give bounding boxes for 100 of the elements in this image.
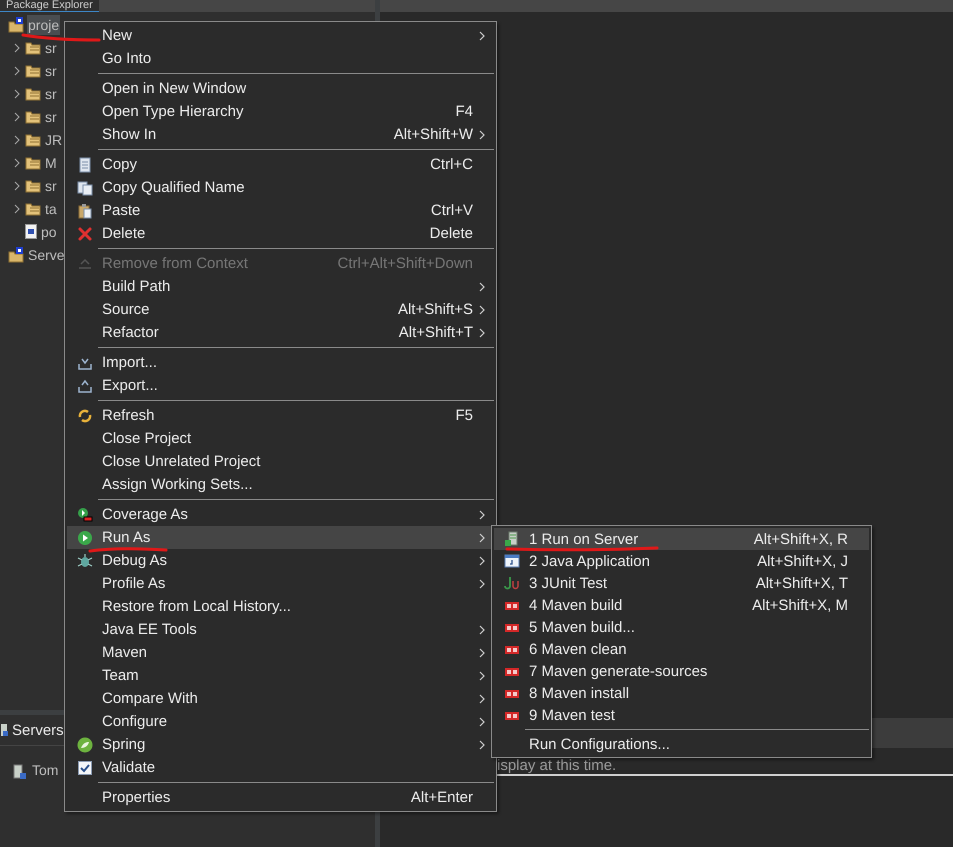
checkbox-icon (76, 760, 92, 776)
menu-item[interactable]: 2 Java Application Alt+Shift+X, J (494, 550, 869, 572)
menu-item[interactable]: Team (67, 664, 494, 687)
menu-item-label: Build Path (102, 278, 172, 295)
menu-item-label: Debug As (102, 552, 168, 569)
menu-item[interactable]: 6 Maven clean (494, 638, 869, 660)
menu-item[interactable]: 7 Maven generate-sources (494, 660, 869, 682)
leaf-icon (76, 736, 92, 752)
menu-item[interactable]: Build Path (67, 275, 494, 298)
menu-item[interactable]: 4 Maven build Alt+Shift+X, M (494, 594, 869, 616)
tree-item[interactable]: JR (44, 130, 64, 150)
menu-item-label: Compare With (102, 690, 199, 707)
menu-item-label: Maven (102, 644, 148, 661)
shortcut-label: Delete (430, 225, 473, 242)
server-icon (504, 531, 520, 547)
menu-item[interactable]: Debug As (67, 549, 494, 572)
menu-item[interactable]: Refresh F5 (67, 404, 494, 427)
menu-item-label: Assign Working Sets... (102, 476, 254, 493)
menu-item-label: Close Project (102, 430, 192, 447)
shortcut-label: Alt+Shift+X, T (756, 574, 848, 592)
menu-item-label: Open in New Window (102, 80, 248, 97)
menu-item-label: Java EE Tools (102, 621, 198, 638)
menu-item-label: Open Type Hierarchy (102, 103, 244, 120)
shortcut-label: Alt+Shift+S (398, 301, 473, 318)
menu-item-label: 1 Run on Server (529, 530, 640, 548)
menu-item-label: Coverage As (102, 506, 189, 523)
menu-item[interactable]: Refactor Alt+Shift+T (67, 321, 494, 344)
menu-item-label: Properties (102, 789, 172, 806)
menu-item[interactable]: Assign Working Sets... (67, 473, 494, 496)
menu-item[interactable]: Go Into (67, 47, 494, 70)
tree-item[interactable]: sr (44, 38, 58, 58)
menu-item[interactable]: Properties Alt+Enter (67, 786, 494, 809)
shortcut-label: Alt+Shift+X, R (754, 530, 848, 548)
menu-item-label: Refactor (102, 324, 160, 341)
clipboard-icon (76, 202, 92, 218)
menu-item[interactable]: 8 Maven install (494, 682, 869, 704)
menu-item-label: Paste (102, 202, 142, 219)
menu-item[interactable]: 9 Maven test (494, 704, 869, 726)
menu-item[interactable]: Close Project (67, 427, 494, 450)
package-folder-icon (25, 178, 41, 192)
menu-item[interactable]: Restore from Local History... (67, 595, 494, 618)
menu-item[interactable]: Show In Alt+Shift+W (67, 123, 494, 146)
menu-item-label: Refresh (102, 407, 156, 424)
explorer-tab[interactable]: Package Explorer (0, 0, 99, 12)
tree-item[interactable]: ta (44, 198, 58, 218)
menu-item[interactable]: Copy Ctrl+C (67, 153, 494, 176)
folder-icon (8, 246, 24, 262)
package-folder-icon (25, 110, 41, 124)
menu-item[interactable]: Configure (67, 710, 494, 733)
servers-tab[interactable]: Servers (12, 722, 64, 738)
menu-item[interactable]: Compare With (67, 687, 494, 710)
menu-item-label: Delete (102, 225, 146, 242)
menu-item[interactable]: 3 JUnit Test Alt+Shift+X, T (494, 572, 869, 594)
menu-item-label: Import... (102, 354, 158, 371)
menu-item[interactable]: New (67, 24, 494, 47)
menu-item[interactable]: Export... (67, 374, 494, 397)
server-name[interactable]: Tom (31, 760, 60, 780)
menu-item-label: Show In (102, 126, 158, 143)
menu-item[interactable]: Open in New Window (67, 77, 494, 100)
menu-item[interactable]: Run As (67, 526, 494, 549)
shortcut-label: Ctrl+C (430, 156, 473, 173)
shortcut-label: Alt+Shift+X, M (752, 596, 848, 614)
menu-item-label: Close Unrelated Project (102, 453, 262, 470)
window-icon (504, 553, 520, 569)
menu-item[interactable]: 1 Run on Server Alt+Shift+X, R (494, 528, 869, 550)
menu-item-label: Configure (102, 713, 168, 730)
tree-item[interactable]: sr (44, 106, 58, 126)
tree-item[interactable]: proje (27, 14, 60, 34)
menu-item[interactable]: Paste Ctrl+V (67, 199, 494, 222)
menu-item[interactable]: Profile As (67, 572, 494, 595)
menu-item-label: Spring (102, 736, 146, 753)
menu-item-label: 2 Java Application (529, 552, 651, 570)
menu-item-label: Copy Qualified Name (102, 179, 246, 196)
package-folder-icon (25, 202, 41, 216)
coverage-icon (76, 506, 92, 522)
menu-item[interactable]: Maven (67, 641, 494, 664)
menu-item-label: Validate (102, 759, 156, 776)
tree-item[interactable]: Serve (27, 244, 66, 264)
bug-icon (76, 552, 92, 568)
menu-item[interactable]: 5 Maven build... (494, 616, 869, 638)
shortcut-label: Alt+Enter (410, 789, 473, 806)
tree-item[interactable]: M (44, 152, 58, 172)
menu-item[interactable]: Import... (67, 351, 494, 374)
run-icon (76, 530, 92, 546)
menu-item[interactable]: Java EE Tools (67, 618, 494, 641)
menu-item[interactable]: Delete Delete (67, 222, 494, 245)
menu-item[interactable]: Copy Qualified Name (67, 176, 494, 199)
tree-item[interactable]: sr (44, 84, 58, 104)
refresh-icon (76, 408, 92, 424)
menu-item-label: 3 JUnit Test (529, 574, 608, 592)
menu-item[interactable]: Close Unrelated Project (67, 450, 494, 473)
tree-item[interactable]: po (40, 222, 58, 242)
menu-item[interactable]: Coverage As (67, 503, 494, 526)
menu-item[interactable]: Open Type Hierarchy F4 (67, 100, 494, 123)
shortcut-label: Ctrl+Alt+Shift+Down (338, 255, 473, 272)
tree-item[interactable]: sr (44, 60, 58, 80)
tree-item[interactable]: sr (44, 176, 58, 196)
menu-item-label: Restore from Local History... (102, 598, 292, 615)
test-icon (504, 575, 520, 591)
menu-item[interactable]: Source Alt+Shift+S (67, 298, 494, 321)
